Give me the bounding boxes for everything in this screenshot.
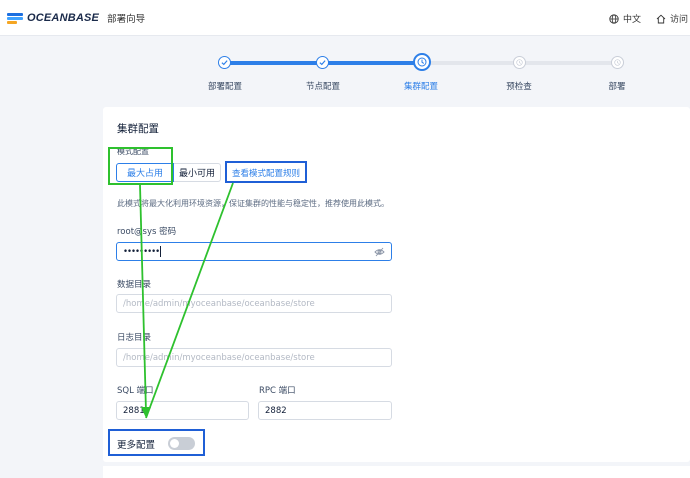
clock-icon: [417, 57, 427, 67]
language-label: 中文: [623, 15, 642, 25]
check-icon: [319, 60, 326, 66]
more-config-label: 更多配置: [117, 440, 156, 451]
data-dir-input[interactable]: /home/admin/myoceanbase/oceanbase/store: [116, 294, 392, 313]
sql-port-input[interactable]: 2881: [116, 401, 249, 420]
rpc-port-label: RPC 端口: [259, 386, 296, 396]
password-value: •••••••••: [123, 246, 160, 257]
clock-icon: [614, 59, 621, 66]
password-label: root@sys 密码: [117, 227, 177, 237]
step-node-5: [611, 56, 624, 69]
more-config-toggle[interactable]: [168, 437, 195, 450]
step-node-1: [218, 56, 231, 69]
step-label-3: 集群配置: [403, 82, 439, 92]
mode-label: 模式配置: [117, 147, 149, 156]
eye-hidden-icon[interactable]: [374, 247, 385, 257]
rpc-port-input[interactable]: 2882: [258, 401, 392, 420]
data-dir-label: 数据目录: [117, 280, 152, 290]
language-switch[interactable]: 中文: [609, 12, 641, 25]
log-dir-input[interactable]: /home/admin/myoceanbase/oceanbase/store: [116, 348, 392, 367]
step-label-5: 部署: [608, 82, 626, 92]
step-node-4: [513, 56, 526, 69]
step-node-2: [316, 56, 329, 69]
visit-label: 访问: [670, 15, 689, 25]
toggle-knob: [170, 439, 179, 448]
home-icon: [656, 14, 666, 23]
app-name: 部署向导: [107, 14, 146, 25]
card-title: 集群配置: [117, 123, 159, 135]
top-bar: OCEANBASE 部署向导 中文 访问: [0, 0, 690, 36]
mode-description: 此模式将最大化利用环境资源，保证集群的性能与稳定性，推荐使用此模式。: [117, 199, 389, 208]
step-label-4: 预检查: [506, 82, 532, 92]
step-label-1: 部署配置: [207, 82, 243, 92]
log-dir-label: 日志目录: [117, 333, 152, 343]
mode-max-button[interactable]: 最大占用: [116, 163, 174, 182]
clock-icon: [516, 59, 523, 66]
mode-min-button[interactable]: 最小可用: [174, 163, 221, 182]
step-node-3: [413, 53, 431, 71]
check-icon: [221, 60, 228, 66]
text-cursor: [160, 246, 162, 257]
logo: OCEANBASE 部署向导: [7, 11, 145, 25]
brand-name: OCEANBASE: [27, 12, 100, 24]
globe-icon: [609, 13, 619, 24]
visit-link[interactable]: 访问: [656, 12, 688, 25]
password-input[interactable]: •••••••••: [116, 242, 392, 261]
step-label-2: 节点配置: [305, 82, 341, 92]
oceanbase-logo-icon: [7, 13, 23, 24]
next-card: [103, 466, 690, 478]
view-mode-rules-link[interactable]: 查看模式配置规则: [228, 163, 304, 182]
sql-port-label: SQL 端口: [117, 386, 154, 396]
